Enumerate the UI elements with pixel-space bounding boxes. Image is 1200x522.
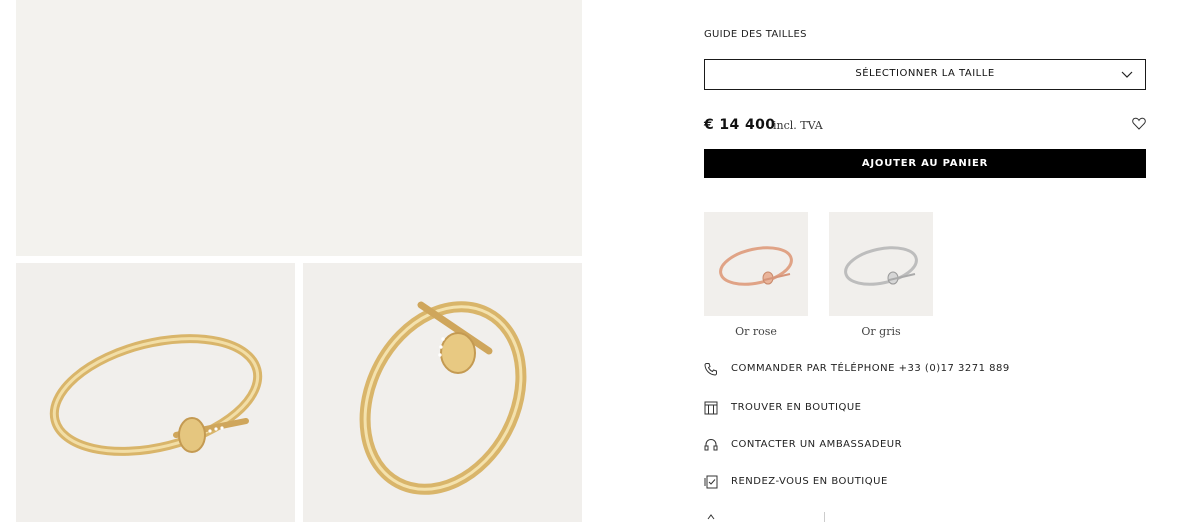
phone-icon <box>704 363 717 376</box>
headset-icon <box>704 438 718 451</box>
action-label: COMMANDER PAR TÉLÉPHONE +33 (0)17 3271 8… <box>731 363 1010 374</box>
action-label: TROUVER EN BOUTIQUE <box>731 402 862 413</box>
divider <box>824 512 825 522</box>
price-amount: € 14 400 <box>704 117 776 133</box>
calendar-check-icon <box>704 475 718 489</box>
variant-name: Or gris <box>861 325 901 338</box>
rose-gold-bracelet-illustration <box>719 246 793 286</box>
product-image-angle-view[interactable] <box>303 263 582 522</box>
action-label: CONTACTER UN AMBASSADEUR <box>731 439 903 450</box>
product-image-side-view[interactable] <box>16 263 295 522</box>
vat-note: incl. TVA <box>773 119 823 132</box>
store-icon <box>704 401 718 415</box>
bracelet-side-illustration <box>49 334 263 456</box>
size-select-label: SÉLECTIONNER LA TAILLE <box>855 68 995 79</box>
variant-rose-gold[interactable]: Or rose <box>704 212 808 338</box>
heart-icon[interactable] <box>1132 117 1146 130</box>
variant-thumbnail <box>829 212 933 316</box>
white-gold-bracelet-illustration <box>844 246 918 286</box>
bracelet-angle-illustration <box>359 301 527 495</box>
product-image-main[interactable] <box>16 0 582 256</box>
share-icon[interactable] <box>704 512 718 522</box>
product-purchase-panel: GUIDE DES TAILLES SÉLECTIONNER LA TAILLE… <box>704 0 1146 522</box>
chevron-down-icon <box>1121 71 1133 78</box>
size-select-dropdown[interactable]: SÉLECTIONNER LA TAILLE <box>704 59 1146 90</box>
product-gallery <box>0 0 600 522</box>
add-to-cart-button[interactable]: AJOUTER AU PANIER <box>704 149 1146 178</box>
variant-white-gold[interactable]: Or gris <box>829 212 933 338</box>
variant-name: Or rose <box>735 325 777 338</box>
price-row: € 14 400 incl. TVA <box>704 116 1146 136</box>
variant-thumbnail <box>704 212 808 316</box>
size-guide-link[interactable]: GUIDE DES TAILLES <box>704 29 807 40</box>
action-label: RENDEZ-VOUS EN BOUTIQUE <box>731 476 888 487</box>
